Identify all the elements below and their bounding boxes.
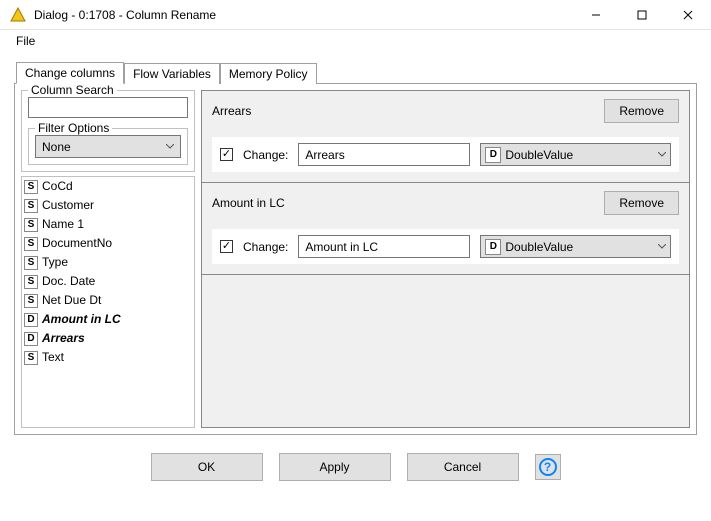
column-search-legend: Column Search xyxy=(28,83,117,97)
cancel-button[interactable]: Cancel xyxy=(407,453,519,481)
dialog-buttons: OK Apply Cancel ? xyxy=(14,453,697,481)
column-label: DocumentNo xyxy=(42,235,112,252)
column-label: Text xyxy=(42,349,64,366)
new-name-input[interactable]: Amount in LC xyxy=(298,235,470,258)
apply-button[interactable]: Apply xyxy=(279,453,391,481)
list-item[interactable]: S Text xyxy=(22,348,194,367)
ok-button[interactable]: OK xyxy=(151,453,263,481)
remove-button[interactable]: Remove xyxy=(604,99,679,123)
type-select[interactable]: D DoubleValue xyxy=(480,235,671,258)
rename-original-name: Amount in LC xyxy=(212,196,285,210)
filter-options-select[interactable]: None xyxy=(35,135,181,158)
rename-block: Amount in LC Remove Change: Amount in LC D Do… xyxy=(201,182,690,275)
window-controls xyxy=(573,0,711,29)
remove-button[interactable]: Remove xyxy=(604,191,679,215)
chevron-down-icon xyxy=(654,241,670,252)
tab-row: Change columns Flow Variables Memory Pol… xyxy=(14,61,697,83)
column-label: Net Due Dt xyxy=(42,292,101,309)
filter-options-legend: Filter Options xyxy=(35,121,112,135)
rename-row: Change: Arrears D DoubleValue xyxy=(212,137,679,172)
type-select-label: DoubleValue xyxy=(505,148,654,162)
help-icon: ? xyxy=(539,458,557,476)
rename-block-header: Arrears Remove xyxy=(212,99,679,123)
column-search-input[interactable] xyxy=(28,97,188,118)
tab-panel-change-columns: Column Search Filter Options None SCoCdS… xyxy=(14,83,697,435)
rename-panel: ArrearsRemoveChange:ArrearsDDoubleValueA… xyxy=(201,90,690,428)
content: Change columns Flow Variables Memory Pol… xyxy=(0,51,711,489)
list-item[interactable]: S Name 1 xyxy=(22,215,194,234)
type-select[interactable]: D DoubleValue xyxy=(480,143,671,166)
change-label: Change: xyxy=(243,240,288,254)
tab-change-columns[interactable]: Change columns xyxy=(16,62,124,84)
list-item[interactable]: S Net Due Dt xyxy=(22,291,194,310)
app-icon xyxy=(10,7,26,23)
help-button[interactable]: ? xyxy=(535,454,561,480)
list-item[interactable]: D Arrears xyxy=(22,329,194,348)
change-checkbox[interactable] xyxy=(220,240,233,253)
tab-memory-policy[interactable]: Memory Policy xyxy=(220,63,317,84)
column-search-group: Column Search Filter Options None xyxy=(21,90,195,172)
tab-flow-variables[interactable]: Flow Variables xyxy=(124,63,220,84)
double-type-icon: D xyxy=(24,313,38,327)
menubar: File xyxy=(0,30,711,51)
string-type-icon: S xyxy=(24,256,38,270)
close-button[interactable] xyxy=(665,0,711,29)
column-label: Name 1 xyxy=(42,216,84,233)
string-type-icon: S xyxy=(24,294,38,308)
double-type-icon: D xyxy=(24,332,38,346)
rename-row: Change: Amount in LC D DoubleValue xyxy=(212,229,679,264)
rename-original-name: Arrears xyxy=(212,104,251,118)
new-name-input[interactable]: Arrears xyxy=(298,143,470,166)
double-type-icon: D xyxy=(485,239,501,255)
string-type-icon: S xyxy=(24,218,38,232)
menu-file[interactable]: File xyxy=(10,32,41,50)
change-label: Change: xyxy=(243,148,288,162)
column-label: Type xyxy=(42,254,68,271)
column-label: CoCd xyxy=(42,178,73,195)
string-type-icon: S xyxy=(24,180,38,194)
titlebar: Dialog - 0:1708 - Column Rename xyxy=(0,0,711,30)
filter-options-selected: None xyxy=(42,140,71,154)
type-select-label: DoubleValue xyxy=(505,240,654,254)
column-label: Amount in LC xyxy=(42,311,121,328)
chevron-down-icon xyxy=(654,149,670,160)
change-checkbox[interactable] xyxy=(220,148,233,161)
column-label: Customer xyxy=(42,197,94,214)
string-type-icon: S xyxy=(24,275,38,289)
left-column: Column Search Filter Options None SCoCdS… xyxy=(21,90,195,428)
filter-options-group: Filter Options None xyxy=(28,128,188,165)
string-type-icon: S xyxy=(24,199,38,213)
list-item[interactable]: S Doc. Date xyxy=(22,272,194,291)
column-label: Arrears xyxy=(42,330,85,347)
maximize-button[interactable] xyxy=(619,0,665,29)
rename-block-header: Amount in LC Remove xyxy=(212,191,679,215)
column-label: Doc. Date xyxy=(42,273,95,290)
string-type-icon: S xyxy=(24,237,38,251)
rename-block: Arrears Remove Change: Arrears D DoubleValue xyxy=(201,90,690,183)
double-type-icon: D xyxy=(485,147,501,163)
minimize-button[interactable] xyxy=(573,0,619,29)
list-item[interactable]: S Customer xyxy=(22,196,194,215)
list-item[interactable]: S Type xyxy=(22,253,194,272)
string-type-icon: S xyxy=(24,351,38,365)
window-title: Dialog - 0:1708 - Column Rename xyxy=(34,8,573,22)
list-item[interactable]: S DocumentNo xyxy=(22,234,194,253)
chevron-down-icon xyxy=(162,141,178,152)
list-item[interactable]: S CoCd xyxy=(22,177,194,196)
column-list[interactable]: S CoCd S Customer S Name 1 S DocumentNo S Type S Do… xyxy=(21,176,195,428)
list-item[interactable]: D Amount in LC xyxy=(22,310,194,329)
